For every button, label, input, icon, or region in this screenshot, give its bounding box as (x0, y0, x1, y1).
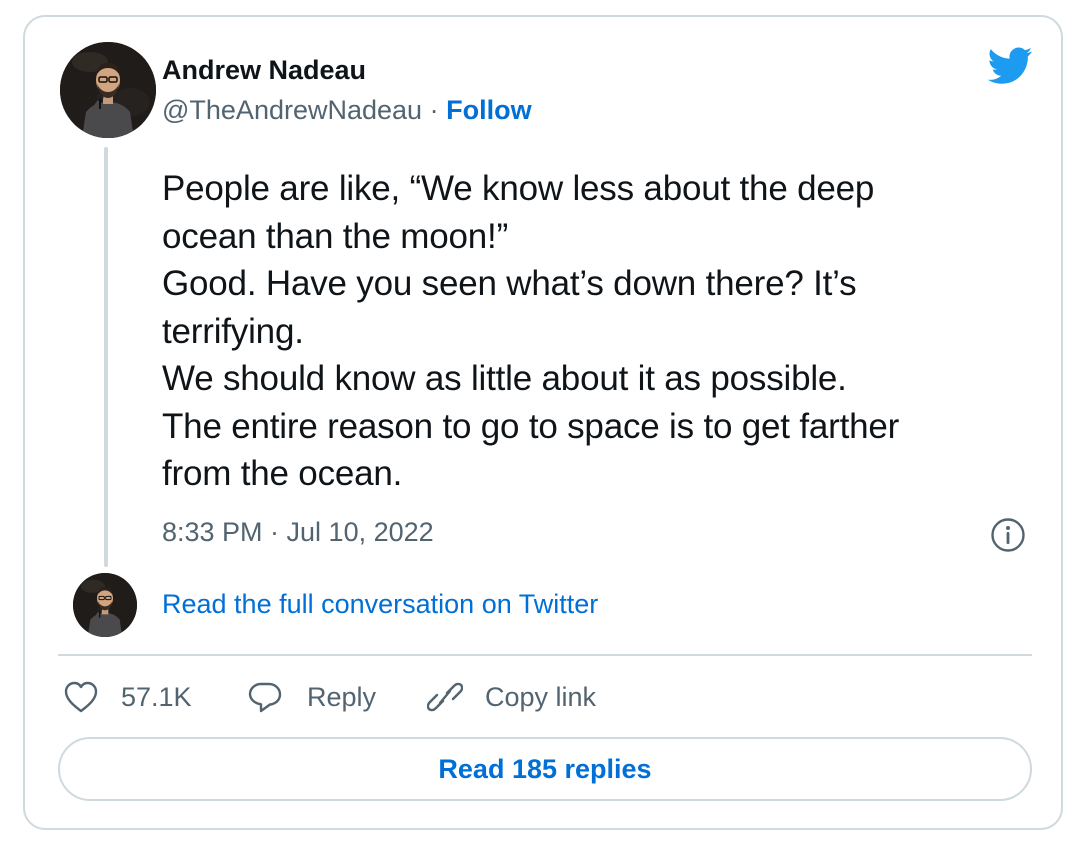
link-icon (427, 682, 463, 712)
tweet-line: terrifying. (162, 311, 304, 351)
conversation-avatar[interactable] (73, 573, 137, 637)
like-count: 57.1K (121, 681, 192, 712)
info-icon[interactable] (990, 517, 1026, 553)
read-replies-button[interactable]: Read 185 replies (58, 737, 1032, 801)
read-conversation-link[interactable]: Read the full conversation on Twitter (162, 589, 598, 620)
tweet-line: People are like, “We know less about the… (162, 169, 875, 208)
embedded-tweet-card: Andrew Nadeau @TheAndrewNadeau · Follow … (23, 15, 1063, 830)
separator-dot: · (429, 95, 439, 125)
tweet-line: Good. Have you seen what’s down there? I… (162, 264, 857, 303)
tweet-line: from the ocean. (162, 454, 403, 493)
author-name[interactable]: Andrew Nadeau (162, 55, 366, 86)
copy-link-label: Copy link (485, 681, 597, 712)
author-avatar[interactable] (60, 42, 156, 138)
tweet-line: The entire reason to go to space is to g… (162, 406, 900, 446)
reply-bubble-icon (248, 682, 282, 713)
tweet-line: ocean than the moon!” (162, 216, 509, 256)
thread-line (104, 147, 108, 567)
follow-button[interactable]: Follow (446, 95, 531, 125)
divider (58, 654, 1032, 656)
author-handle-row: @TheAndrewNadeau · Follow (162, 95, 532, 126)
twitter-bird-icon[interactable] (987, 47, 1033, 85)
like-button[interactable]: 57.1K (63, 677, 192, 717)
author-handle[interactable]: @TheAndrewNadeau (162, 95, 422, 125)
tweet-text: People are like, “We know less about the… (162, 165, 1042, 498)
reply-button[interactable]: Reply (247, 677, 376, 717)
tweet-line: We should know as little about it as pos… (162, 359, 847, 398)
heart-icon (64, 681, 98, 713)
copy-link-button[interactable]: Copy link (427, 677, 596, 717)
reply-label: Reply (307, 681, 377, 712)
tweet-timestamp[interactable]: 8:33 PM · Jul 10, 2022 (162, 517, 434, 548)
